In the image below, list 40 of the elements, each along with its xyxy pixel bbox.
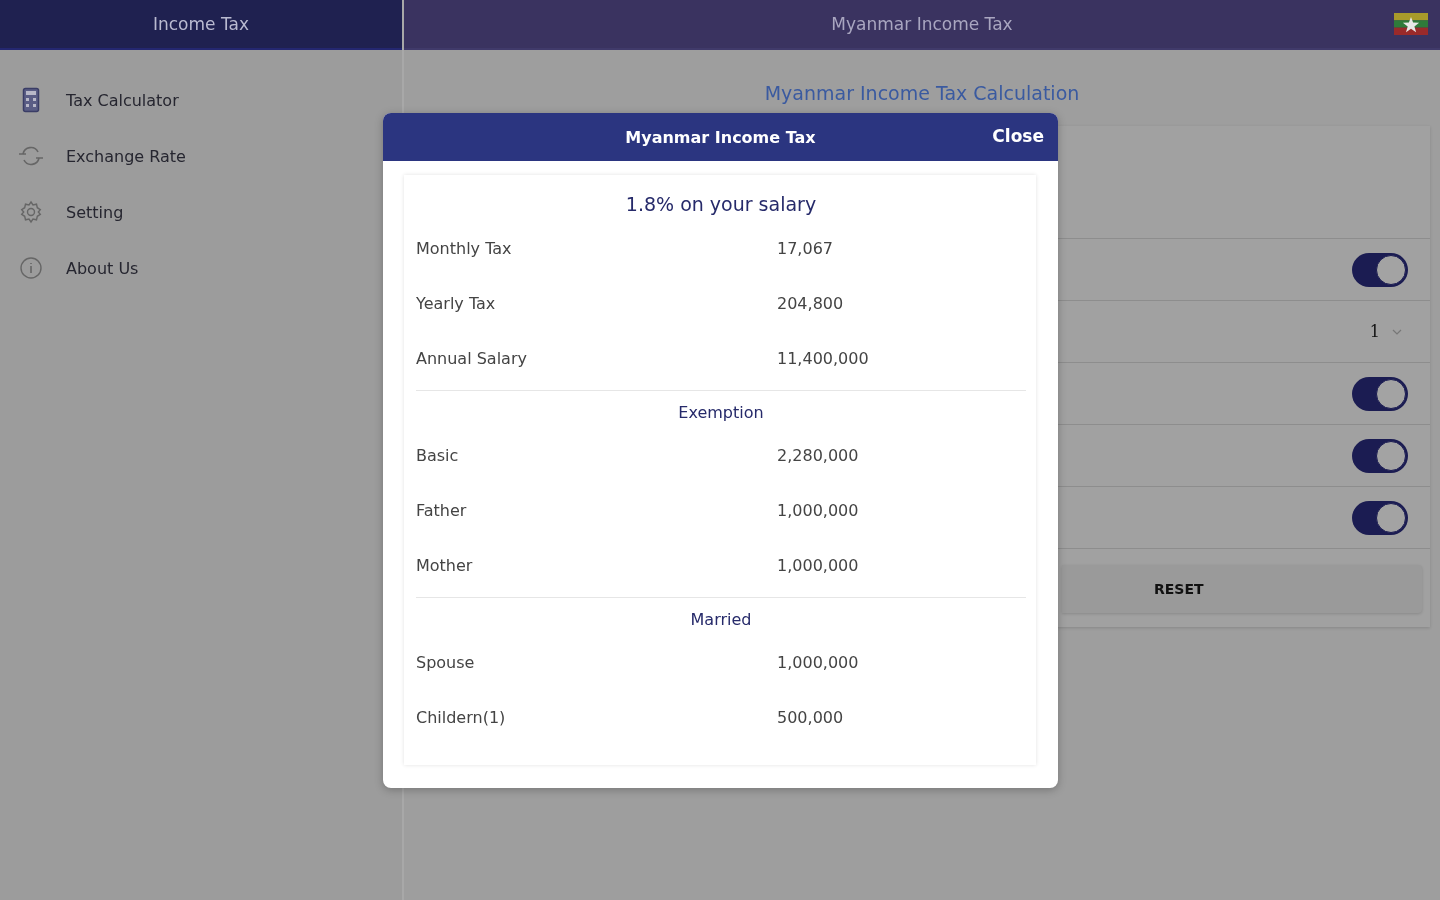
refresh-icon [18, 145, 44, 167]
row-value: 17,067 [777, 239, 834, 258]
toggle-switch[interactable] [1352, 376, 1408, 411]
dialog-title: Myanmar Income Tax [625, 127, 816, 147]
row-label: Mother [416, 556, 474, 575]
nav-item[interactable]: Tax Calculator [66, 90, 179, 110]
app-title: Income Tax [153, 14, 249, 34]
nav-item[interactable]: Exchange Rate [66, 146, 186, 166]
row-label: Childern(1) [416, 708, 507, 727]
row-label: Father [416, 501, 468, 520]
toggle-switch[interactable] [1352, 500, 1408, 535]
row-value: 11,400,000 [777, 349, 870, 368]
row-label: Annual Salary [416, 349, 528, 368]
section-heading: Married [689, 609, 753, 631]
row-value: 1,000,000 [777, 501, 860, 520]
caret-icon [1392, 328, 1402, 335]
settings-icon [19, 200, 43, 224]
flag-icon [1394, 13, 1428, 35]
nav-item[interactable]: About Us [66, 258, 139, 278]
row-value: 204,800 [777, 294, 845, 313]
tax-rate-headline: 1.8% on your salary [624, 192, 818, 217]
close-button[interactable]: Close [990, 124, 1046, 148]
row-value: 2,280,000 [777, 446, 860, 465]
row-label: Yearly Tax [416, 294, 497, 313]
nav-item[interactable]: Setting [66, 202, 124, 222]
header-title: Myanmar Income Tax [831, 14, 1013, 34]
calculator-icon [22, 87, 40, 113]
row-label: Monthly Tax [416, 239, 513, 258]
count-dropdown[interactable]: 1 [1369, 322, 1408, 341]
reset-button[interactable]: RESET [1062, 565, 1422, 613]
section-heading: Exemption [677, 402, 765, 424]
row-label: Basic [416, 446, 460, 465]
toggle-switch[interactable] [1352, 438, 1408, 473]
row-label: Spouse [416, 653, 476, 672]
page-heading: Myanmar Income Tax Calculation [763, 82, 1081, 104]
toggle-switch[interactable] [1352, 252, 1408, 287]
row-value: 1,000,000 [777, 556, 860, 575]
info-icon [19, 256, 43, 280]
row-value: 500,000 [777, 708, 845, 727]
row-value: 1,000,000 [777, 653, 860, 672]
